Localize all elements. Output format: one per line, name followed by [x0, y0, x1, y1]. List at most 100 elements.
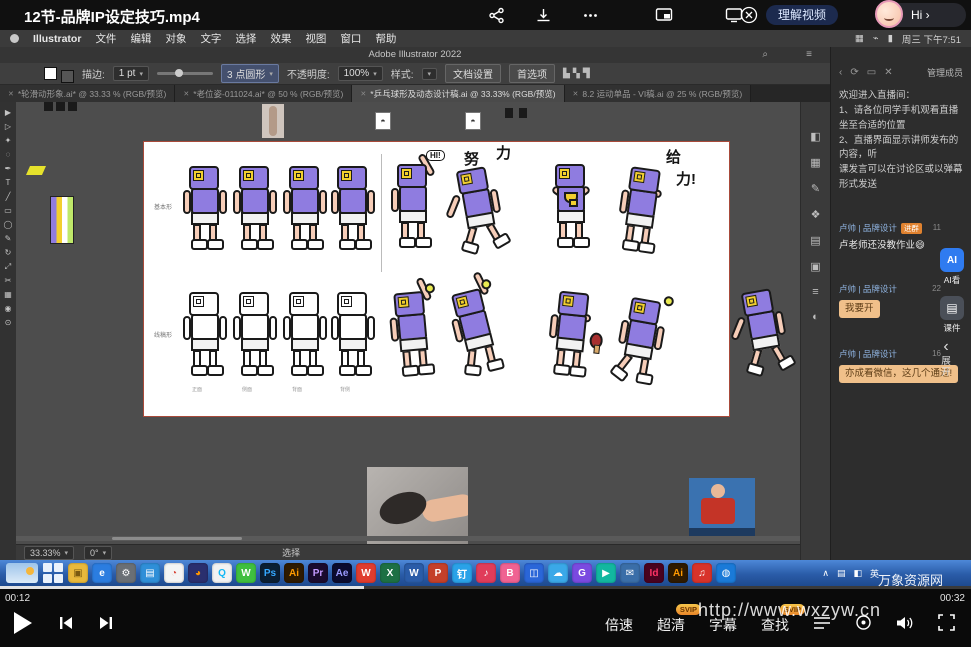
- swatches-panel-icon[interactable]: ▦: [810, 156, 820, 169]
- pip-icon[interactable]: [655, 7, 673, 23]
- fill-swatch[interactable]: [44, 67, 57, 80]
- taskbar-app-excel[interactable]: X: [380, 563, 400, 583]
- rotate-tool-icon[interactable]: ↻: [5, 248, 12, 257]
- quality-button[interactable]: 超清SVIP: [657, 615, 685, 635]
- taskbar-app-cloud[interactable]: ☁: [548, 563, 568, 583]
- next-button[interactable]: [98, 615, 114, 636]
- taskbar-app-bilibili[interactable]: B: [500, 563, 520, 583]
- taskbar-app-video-app[interactable]: ▶: [596, 563, 616, 583]
- rectangle-tool-icon[interactable]: ▭: [4, 206, 12, 215]
- tab-close-icon[interactable]: ✕: [8, 90, 14, 98]
- menu-item[interactable]: 编辑: [130, 31, 151, 46]
- artboard[interactable]: HI!努力给力!基本形线稿形正面侧面背面背侧: [143, 141, 730, 417]
- ai-assistant-button[interactable]: AI AI看: [935, 248, 969, 286]
- tab-close-icon[interactable]: ✕: [183, 90, 189, 98]
- taskbar-app-indesign[interactable]: Id: [644, 563, 664, 583]
- direct-selection-tool-icon[interactable]: ▷: [5, 122, 11, 131]
- scale-tool-icon[interactable]: ⤢: [5, 262, 11, 271]
- style-select[interactable]: ▾: [422, 68, 438, 80]
- scissors-tool-icon[interactable]: ✂: [5, 276, 12, 285]
- taskbar-app-illustrator-2[interactable]: Ai: [668, 563, 688, 583]
- weather-widget[interactable]: [6, 563, 38, 583]
- speed-button[interactable]: 倍速: [605, 615, 633, 635]
- taskbar-app-game-center[interactable]: G: [572, 563, 592, 583]
- document-tab[interactable]: ✕*乒乓球形及动态设计稿.ai @ 33.33% (RGB/预览): [352, 85, 564, 102]
- taskbar-app-wechat[interactable]: W: [236, 563, 256, 583]
- fullscreen-icon[interactable]: [938, 614, 955, 636]
- taskbar-app-dingtalk[interactable]: 钉: [452, 563, 472, 583]
- start-button[interactable]: [42, 562, 64, 584]
- taskbar-app-store[interactable]: ▤: [140, 563, 160, 583]
- taskbar-app-after-effects[interactable]: Ae: [332, 563, 352, 583]
- progress-bar[interactable]: [0, 586, 971, 589]
- document-setup-button[interactable]: 文档设置: [445, 64, 501, 83]
- line-tool-icon[interactable]: ╱: [6, 192, 11, 201]
- document-tab[interactable]: ✕*轮滑动形象.ai* @ 33.33 % (RGB/预览): [0, 85, 175, 102]
- share-icon[interactable]: [488, 7, 505, 24]
- magic-wand-tool-icon[interactable]: ✦: [5, 136, 12, 145]
- collapse-panel-icon[interactable]: ‹: [839, 67, 842, 78]
- taskbar-app-firefox[interactable]: ◕: [188, 563, 208, 583]
- menu-illustrator[interactable]: Illustrator: [33, 33, 81, 45]
- symbols-panel-icon[interactable]: ❖: [811, 208, 821, 221]
- menu-item[interactable]: 窗口: [340, 31, 361, 46]
- brush-definition-select[interactable]: 3 点圆形 ▾: [221, 64, 279, 83]
- layers-panel-icon[interactable]: ▤: [810, 234, 820, 247]
- taskbar-app-settings[interactable]: ⚙: [116, 563, 136, 583]
- taskbar-app-baidu-pan[interactable]: ◫: [524, 563, 544, 583]
- ellipse-tool-icon[interactable]: ◯: [4, 220, 13, 229]
- stroke-slider[interactable]: [157, 72, 213, 75]
- popout-icon[interactable]: ▭: [867, 67, 876, 78]
- stroke-swatch[interactable]: [61, 70, 74, 83]
- rotation-select[interactable]: 0° ▾: [84, 546, 112, 560]
- type-tool-icon[interactable]: T: [6, 178, 11, 187]
- refresh-icon[interactable]: ⟳: [850, 67, 858, 78]
- document-tab[interactable]: ✕8.2 运动单品 - VI稿.ai @ 25 % (RGB/预览): [565, 85, 752, 102]
- menu-item[interactable]: 对象: [165, 31, 186, 46]
- taskbar-app-edge-browser[interactable]: e: [92, 563, 112, 583]
- taskbar-app-mail[interactable]: ✉: [620, 563, 640, 583]
- taskbar-app-powerpoint[interactable]: P: [428, 563, 448, 583]
- play-button[interactable]: [12, 611, 34, 640]
- close-panel-icon[interactable]: ✕: [884, 67, 892, 78]
- eyedropper-tool-icon[interactable]: ◉: [5, 304, 12, 313]
- workspace-menu-icon[interactable]: ≡: [806, 50, 812, 60]
- taskbar-app-photoshop[interactable]: Ps: [260, 563, 280, 583]
- opacity-select[interactable]: 100% ▾: [338, 66, 383, 81]
- account-pill[interactable]: Hi ›: [876, 3, 966, 27]
- libraries-panel-icon[interactable]: ≡: [812, 286, 818, 298]
- close-icon[interactable]: [740, 6, 758, 29]
- taskbar-app-qq[interactable]: Q: [212, 563, 232, 583]
- taskbar-app-premiere[interactable]: Pr: [308, 563, 328, 583]
- tab-close-icon[interactable]: ✕: [573, 90, 579, 98]
- previous-button[interactable]: [58, 615, 74, 636]
- pen-tool-icon[interactable]: ✒: [5, 164, 12, 173]
- menu-item[interactable]: 选择: [235, 31, 256, 46]
- zoom-level-select[interactable]: 33.33% ▾: [24, 546, 74, 560]
- tray-expand-icon[interactable]: ∧: [822, 568, 829, 579]
- horizontal-scrollbar[interactable]: [16, 536, 800, 541]
- menu-item[interactable]: 文字: [200, 31, 221, 46]
- menu-item[interactable]: 文件: [95, 31, 116, 46]
- lasso-tool-icon[interactable]: ◌: [6, 150, 11, 159]
- taskbar-app-netease[interactable]: ♫: [692, 563, 712, 583]
- selection-tool-icon[interactable]: ▶: [5, 108, 11, 117]
- taskbar-app-word[interactable]: W: [404, 563, 424, 583]
- menu-item[interactable]: 帮助: [375, 31, 396, 46]
- expand-button[interactable]: ‹ 展开: [940, 340, 952, 378]
- volume-icon[interactable]: [896, 615, 914, 636]
- menu-item[interactable]: 效果: [270, 31, 291, 46]
- tray-volume-icon[interactable]: ◧: [853, 568, 862, 579]
- preferences-button[interactable]: 首选项: [509, 64, 555, 83]
- tray-network-icon[interactable]: ▤: [837, 568, 846, 579]
- download-icon[interactable]: [535, 7, 552, 24]
- courseware-button[interactable]: ▤ 课件: [935, 296, 969, 334]
- taskbar-app-chrome[interactable]: ◔: [164, 563, 184, 583]
- more-icon[interactable]: [582, 7, 599, 24]
- taskbar-app-folder[interactable]: ▣: [68, 563, 88, 583]
- search-icon[interactable]: ⌕: [762, 50, 768, 60]
- taskbar-app-illustrator[interactable]: Ai: [284, 563, 304, 583]
- gradient-tool-icon[interactable]: ▦: [4, 290, 12, 299]
- color-panel-icon[interactable]: ◧: [810, 130, 820, 143]
- apple-icon[interactable]: [10, 34, 19, 43]
